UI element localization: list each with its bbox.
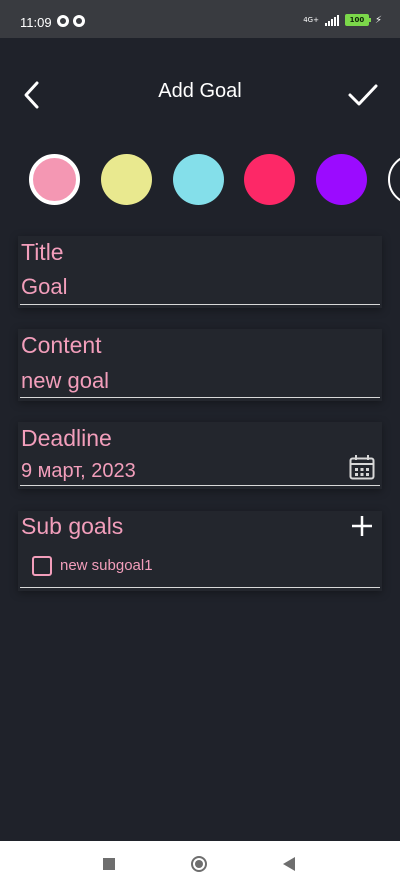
checkmark-icon	[348, 84, 378, 106]
deadline-underline	[20, 485, 380, 486]
status-indicators: 4G+ 100 ⚡	[303, 14, 382, 26]
subgoal-checkbox[interactable]	[32, 556, 52, 576]
content-field[interactable]: Content new goal	[18, 329, 382, 401]
content-input[interactable]: new goal	[21, 368, 109, 394]
recents-icon[interactable]	[103, 858, 115, 870]
subgoals-underline	[20, 587, 380, 588]
save-button[interactable]	[346, 80, 380, 110]
color-swatch-yellow[interactable]	[101, 154, 152, 205]
title-input[interactable]: Goal	[21, 274, 67, 300]
deadline-field[interactable]: Deadline 9 март, 2023	[18, 422, 382, 489]
title-underline	[20, 304, 380, 305]
system-nav-bar	[0, 841, 400, 889]
subgoals-label: Sub goals	[21, 513, 124, 539]
deadline-label: Deadline	[21, 425, 112, 451]
title-label: Title	[21, 239, 64, 265]
calendar-icon[interactable]	[348, 453, 376, 481]
color-swatch-red[interactable]	[244, 154, 295, 205]
signal-icon	[324, 14, 339, 26]
color-picker	[0, 152, 400, 208]
back-icon[interactable]	[283, 857, 295, 871]
subgoals-section: Sub goals new subgoal1	[18, 511, 382, 591]
page-title: Add Goal	[158, 80, 242, 102]
deadline-input[interactable]: 9 март, 2023	[21, 460, 136, 483]
color-swatch-cyan[interactable]	[173, 154, 224, 205]
network-type: 4G+	[303, 15, 319, 24]
status-bar: 11:09 4G+ 100 ⚡	[0, 0, 400, 38]
notification-icon	[73, 15, 85, 27]
add-subgoal-button[interactable]	[350, 514, 374, 538]
status-time: 11:09	[20, 15, 52, 30]
battery-icon: 100	[344, 14, 371, 26]
color-swatch-pink[interactable]	[29, 154, 80, 205]
charging-icon: ⚡	[374, 14, 382, 26]
home-icon[interactable]	[191, 856, 207, 872]
subgoal-label[interactable]: new subgoal1	[60, 557, 153, 574]
content-underline	[20, 397, 380, 398]
color-swatch-purple[interactable]	[316, 154, 367, 205]
title-field[interactable]: Title Goal	[18, 236, 382, 308]
content-label: Content	[21, 332, 102, 358]
color-swatch-more[interactable]	[388, 154, 400, 205]
notification-icon	[57, 15, 69, 27]
